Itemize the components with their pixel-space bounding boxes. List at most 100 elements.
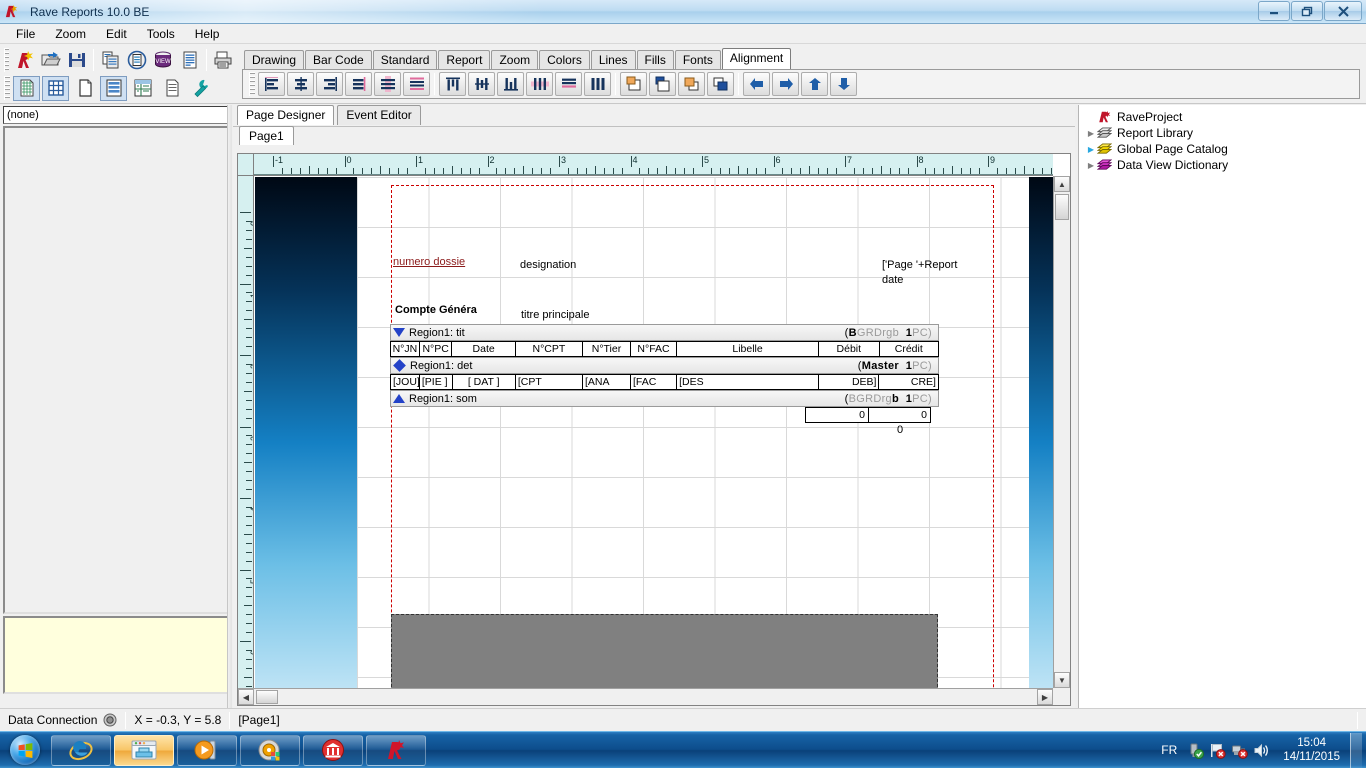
taskbar-bank-app[interactable] [303,735,363,766]
grand-total[interactable]: 0 [897,424,903,436]
tree-item-raveproject[interactable]: RaveProject [1079,109,1366,125]
object-selector-combo[interactable]: (none) [3,106,229,124]
field-cpt[interactable]: [CPT [515,374,582,390]
report-page-button[interactable] [158,76,185,101]
band-region1-det[interactable]: Region1: det (Master 1PC) [390,357,939,374]
tree-item-global-page-catalog[interactable]: ▶ Global Page Catalog [1079,141,1366,157]
col-header-debit[interactable]: Débit [818,341,878,357]
volume-icon[interactable] [1253,742,1275,759]
close-icon[interactable] [1324,1,1362,21]
field-deb[interactable]: DEB] [818,374,878,390]
ribbon-tab-alignment[interactable]: Alignment [722,48,791,69]
ribbon-tab-fills[interactable]: Fills [637,50,674,70]
design-surface[interactable]: -10123456789 0123456 numero dossie desig… [237,153,1071,706]
designer-vertical-scrollbar[interactable]: ▲ ▼ [1053,176,1070,688]
field-dat[interactable]: [ DAT ] [452,374,515,390]
tree-expander[interactable]: ▶ [1085,161,1097,170]
report-text-page-expression[interactable]: ['Page '+Report [882,259,957,271]
new-project-button[interactable] [12,48,36,73]
usb-safely-remove-icon[interactable] [1187,742,1209,759]
toolbar-grip-2[interactable] [4,76,10,100]
report-detail-row[interactable]: [JOU] [PIE ] [ DAT ] [CPT [ANA [FAC [DES… [390,374,939,390]
region-grid-icon[interactable] [129,76,156,101]
total-debit[interactable]: 0 [805,407,868,423]
page-tool-button[interactable] [13,76,40,101]
bands-tool-button[interactable] [100,76,127,101]
network-disconnected-icon[interactable] [1231,742,1253,759]
col-header-njn[interactable]: N°JN [390,341,419,357]
send-to-back-icon[interactable] [649,72,676,96]
tab-event-editor[interactable]: Event Editor [337,105,420,125]
tray-language[interactable]: FR [1161,743,1177,757]
ribbon-tab-zoom[interactable]: Zoom [491,50,538,70]
page-tab-page1[interactable]: Page1 [239,126,294,145]
new-data-view-button[interactable]: VIEW [151,48,175,73]
arrow-up-icon[interactable] [801,72,828,96]
field-pie[interactable]: [PIE ] [419,374,452,390]
col-header-ntier[interactable]: N°Tier [582,341,630,357]
align-bottom-icon[interactable] [497,72,524,96]
start-button[interactable] [2,733,48,767]
align-middle-icon[interactable] [468,72,495,96]
horizontal-scroll-thumb[interactable] [256,690,278,704]
page-canvas[interactable]: numero dossie designation ['Page '+Repor… [255,177,1053,688]
menu-item-zoom[interactable]: Zoom [45,25,96,43]
ribbon-tab-report[interactable]: Report [438,50,490,70]
scroll-right-arrow-icon[interactable]: ▶ [1037,689,1053,705]
menu-item-edit[interactable]: Edit [96,25,137,43]
move-backward-icon[interactable] [707,72,734,96]
designer-horizontal-scrollbar[interactable]: ◀ ▶ [238,688,1053,705]
grid-tool-button[interactable] [42,76,69,101]
new-data-object-button[interactable] [125,48,149,73]
report-gray-region[interactable] [391,614,938,688]
bring-to-front-icon[interactable] [620,72,647,96]
report-text-compte-general[interactable]: Compte Généra [395,304,477,316]
field-ana[interactable]: [ANA [582,374,630,390]
ribbon-tab-drawing[interactable]: Drawing [244,50,304,70]
ribbon-tab-fonts[interactable]: Fonts [675,50,721,70]
toolbar-grip[interactable] [4,48,9,72]
taskbar-file-explorer[interactable] [114,735,174,766]
flag-action-center-icon[interactable] [1209,742,1231,759]
report-totals-row[interactable]: 0 0 [805,407,931,423]
field-jou[interactable]: [JOU] [390,374,419,390]
taskbar-media-player[interactable] [177,735,237,766]
field-cre[interactable]: CRE] [878,374,939,390]
wrench-icon[interactable] [187,76,214,101]
property-list[interactable] [3,126,229,614]
print-preview-button[interactable] [211,48,235,73]
new-page-button[interactable] [177,48,201,73]
align-top-icon[interactable] [439,72,466,96]
tree-expander[interactable]: ▶ [1085,145,1097,154]
align-edges-icon[interactable] [345,72,372,96]
total-credit[interactable]: 0 [868,407,931,423]
blank-page-button[interactable] [71,76,98,101]
status-connection[interactable]: Data Connection [0,710,125,731]
align-left-icon[interactable] [258,72,285,96]
report-text-date[interactable]: date [882,274,903,286]
ribbon-tab-colors[interactable]: Colors [539,50,590,70]
center-parent-vertical-icon[interactable] [526,72,553,96]
space-equally-vertical-icon[interactable] [403,72,430,96]
vertical-scroll-thumb[interactable] [1055,194,1069,220]
col-header-credit[interactable]: Crédit [879,341,940,357]
tree-item-report-library[interactable]: ▶ Report Library [1079,125,1366,141]
restore-icon[interactable] [1291,1,1323,21]
taskbar-office-app[interactable] [240,735,300,766]
arrow-left-icon[interactable] [743,72,770,96]
report-text-designation[interactable]: designation [520,259,576,271]
space-equally-horizontal-icon[interactable] [555,72,582,96]
align-center-horizontal-icon[interactable] [287,72,314,96]
taskbar-rave-reports[interactable] [366,735,426,766]
taskbar-clock[interactable]: 15:04 14/11/2015 [1283,736,1340,764]
minimize-icon[interactable] [1258,1,1290,21]
open-project-button[interactable] [39,48,63,73]
show-desktop-button[interactable] [1350,733,1362,768]
center-parent-horizontal-icon[interactable] [374,72,401,96]
report-page[interactable]: numero dossie designation ['Page '+Repor… [357,177,1029,688]
ribbon-grip[interactable] [249,72,255,96]
tree-expander[interactable]: ▶ [1085,129,1097,138]
menu-item-help[interactable]: Help [185,25,230,43]
ribbon-tab-standard[interactable]: Standard [373,50,438,70]
scroll-up-arrow-icon[interactable]: ▲ [1054,176,1070,192]
